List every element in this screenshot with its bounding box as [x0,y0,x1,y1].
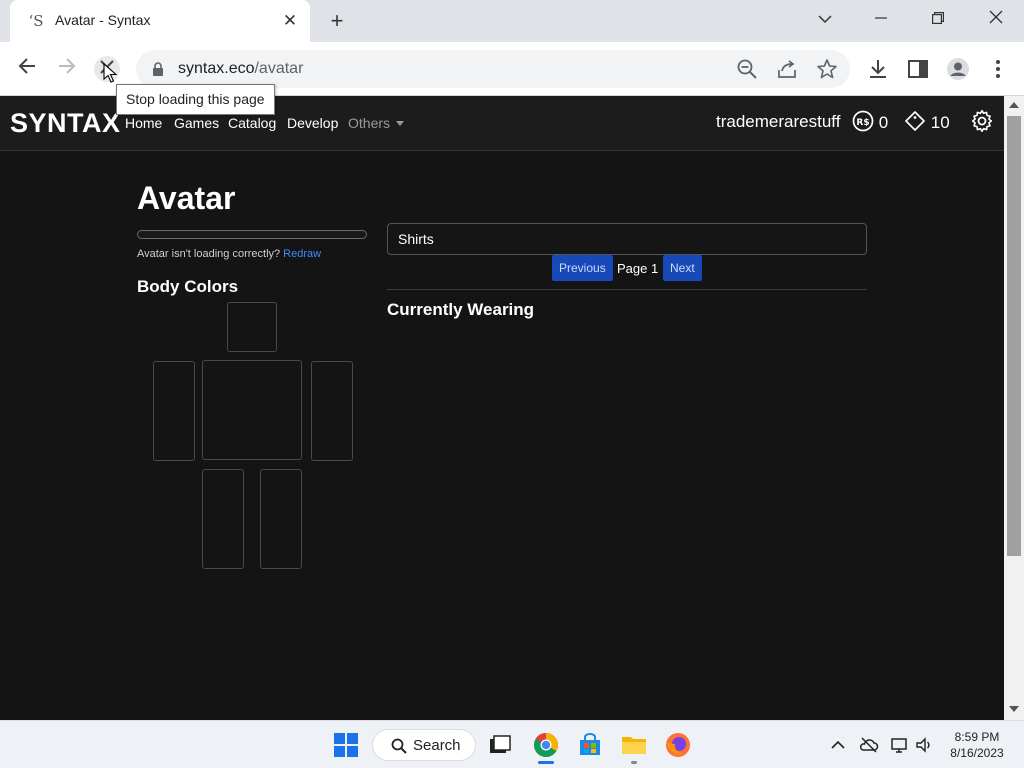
profile-avatar-icon[interactable] [946,57,970,81]
file-explorer-icon[interactable] [620,731,648,759]
windows-start-icon[interactable] [332,731,360,759]
system-clock[interactable]: 8:59 PM 8/16/2023 [940,729,1014,761]
volume-icon[interactable] [914,735,934,755]
nav-home[interactable]: Home [125,115,162,131]
body-color-torso[interactable] [202,360,302,460]
windows-taskbar: Search 8:59 PM 8/16/2023 [0,720,1024,768]
avatar-load-progress [137,230,367,239]
next-page-button[interactable]: Next [663,255,702,281]
lock-icon [153,62,163,76]
body-color-left-arm[interactable] [311,361,353,461]
task-view-icon[interactable] [486,731,514,759]
robux-icon: R$ [852,110,874,132]
scroll-thumb[interactable] [1007,116,1021,556]
tix-count: 10 [930,113,950,132]
body-color-right-arm[interactable] [153,361,195,461]
firefox-icon[interactable] [664,731,692,759]
page-content: SYNTAX Home Games Catalog Develop Others… [0,96,1004,720]
scroll-down-icon[interactable] [1009,706,1019,712]
body-color-left-leg[interactable] [260,469,302,569]
caret-down-icon [396,121,405,126]
nav-others-dropdown[interactable]: Others [348,115,405,131]
redraw-note: Avatar isn't loading correctly? Redraw [137,248,321,260]
address-bar[interactable]: syntax.eco/avatar [136,50,850,88]
search-icon [391,738,407,754]
close-window-icon[interactable] [981,8,1011,32]
url-path: /avatar [254,60,304,77]
minimize-icon[interactable] [866,8,896,32]
page-title: Avatar [137,180,236,216]
nav-others-label: Others [348,115,391,131]
section-divider [387,289,867,290]
category-search-input[interactable] [387,223,867,255]
onedrive-offline-icon[interactable] [859,735,879,755]
nav-catalog[interactable]: Catalog [228,115,276,131]
tix-ticket-icon [905,111,925,131]
url-host: syntax.eco [178,60,255,77]
currently-wearing-title: Currently Wearing [387,300,535,319]
tray-overflow-chevron-icon[interactable] [828,735,848,755]
robux-balance[interactable]: R$ 0 [852,110,888,134]
redraw-note-text: Avatar isn't loading correctly? [137,248,281,260]
redraw-link[interactable]: Redraw [283,248,321,260]
body-color-right-leg[interactable] [202,469,244,569]
share-icon[interactable] [776,58,798,80]
tab-title: Avatar - Syntax [55,12,151,28]
url-text[interactable]: syntax.eco/avatar [178,60,303,78]
side-panel-icon[interactable] [906,57,930,81]
download-icon[interactable] [866,57,890,81]
username[interactable]: trademerarestuff [716,112,840,132]
bookmark-star-icon[interactable] [816,58,838,80]
nav-games[interactable]: Games [174,115,219,131]
previous-page-button[interactable]: Previous [552,255,613,281]
chrome-active-indicator [538,761,554,764]
zoom-out-icon[interactable] [736,58,758,80]
mouse-cursor-icon [103,63,117,83]
stop-loading-tooltip: Stop loading this page [116,84,275,115]
taskbar-search[interactable]: Search [372,729,476,761]
clock-date: 8/16/2023 [950,746,1004,760]
svg-text:R$: R$ [856,118,869,128]
forward-icon[interactable] [54,56,80,82]
microsoft-store-icon[interactable] [576,731,604,759]
menu-kebab-icon[interactable] [986,57,1010,81]
page-indicator: Page 1 [617,261,659,276]
robux-count: 0 [878,113,889,132]
nav-develop[interactable]: Develop [287,115,338,131]
settings-gear-icon[interactable] [970,109,994,133]
new-tab-button[interactable]: + [324,8,350,34]
clock-time: 8:59 PM [954,730,1000,744]
back-icon[interactable] [14,56,40,82]
browser-tab[interactable]: ʻS Avatar - Syntax ✕ [10,0,310,42]
explorer-running-indicator [631,761,637,764]
tab-close-icon[interactable]: ✕ [278,9,302,33]
chrome-icon[interactable] [532,731,560,759]
scroll-up-icon[interactable] [1009,102,1019,108]
taskbar-search-label: Search [413,737,461,754]
restore-icon[interactable] [923,8,953,32]
body-color-head[interactable] [227,302,277,352]
site-logo[interactable]: SYNTAX [10,108,121,139]
tab-search-icon[interactable] [810,8,840,32]
favicon-icon: ʻS [28,12,44,30]
body-colors-title: Body Colors [137,277,239,296]
network-icon[interactable] [890,735,910,755]
tix-balance[interactable]: 10 [904,110,950,134]
tab-strip: ʻS Avatar - Syntax ✕ + [0,0,1024,42]
page-scrollbar[interactable] [1004,96,1024,720]
